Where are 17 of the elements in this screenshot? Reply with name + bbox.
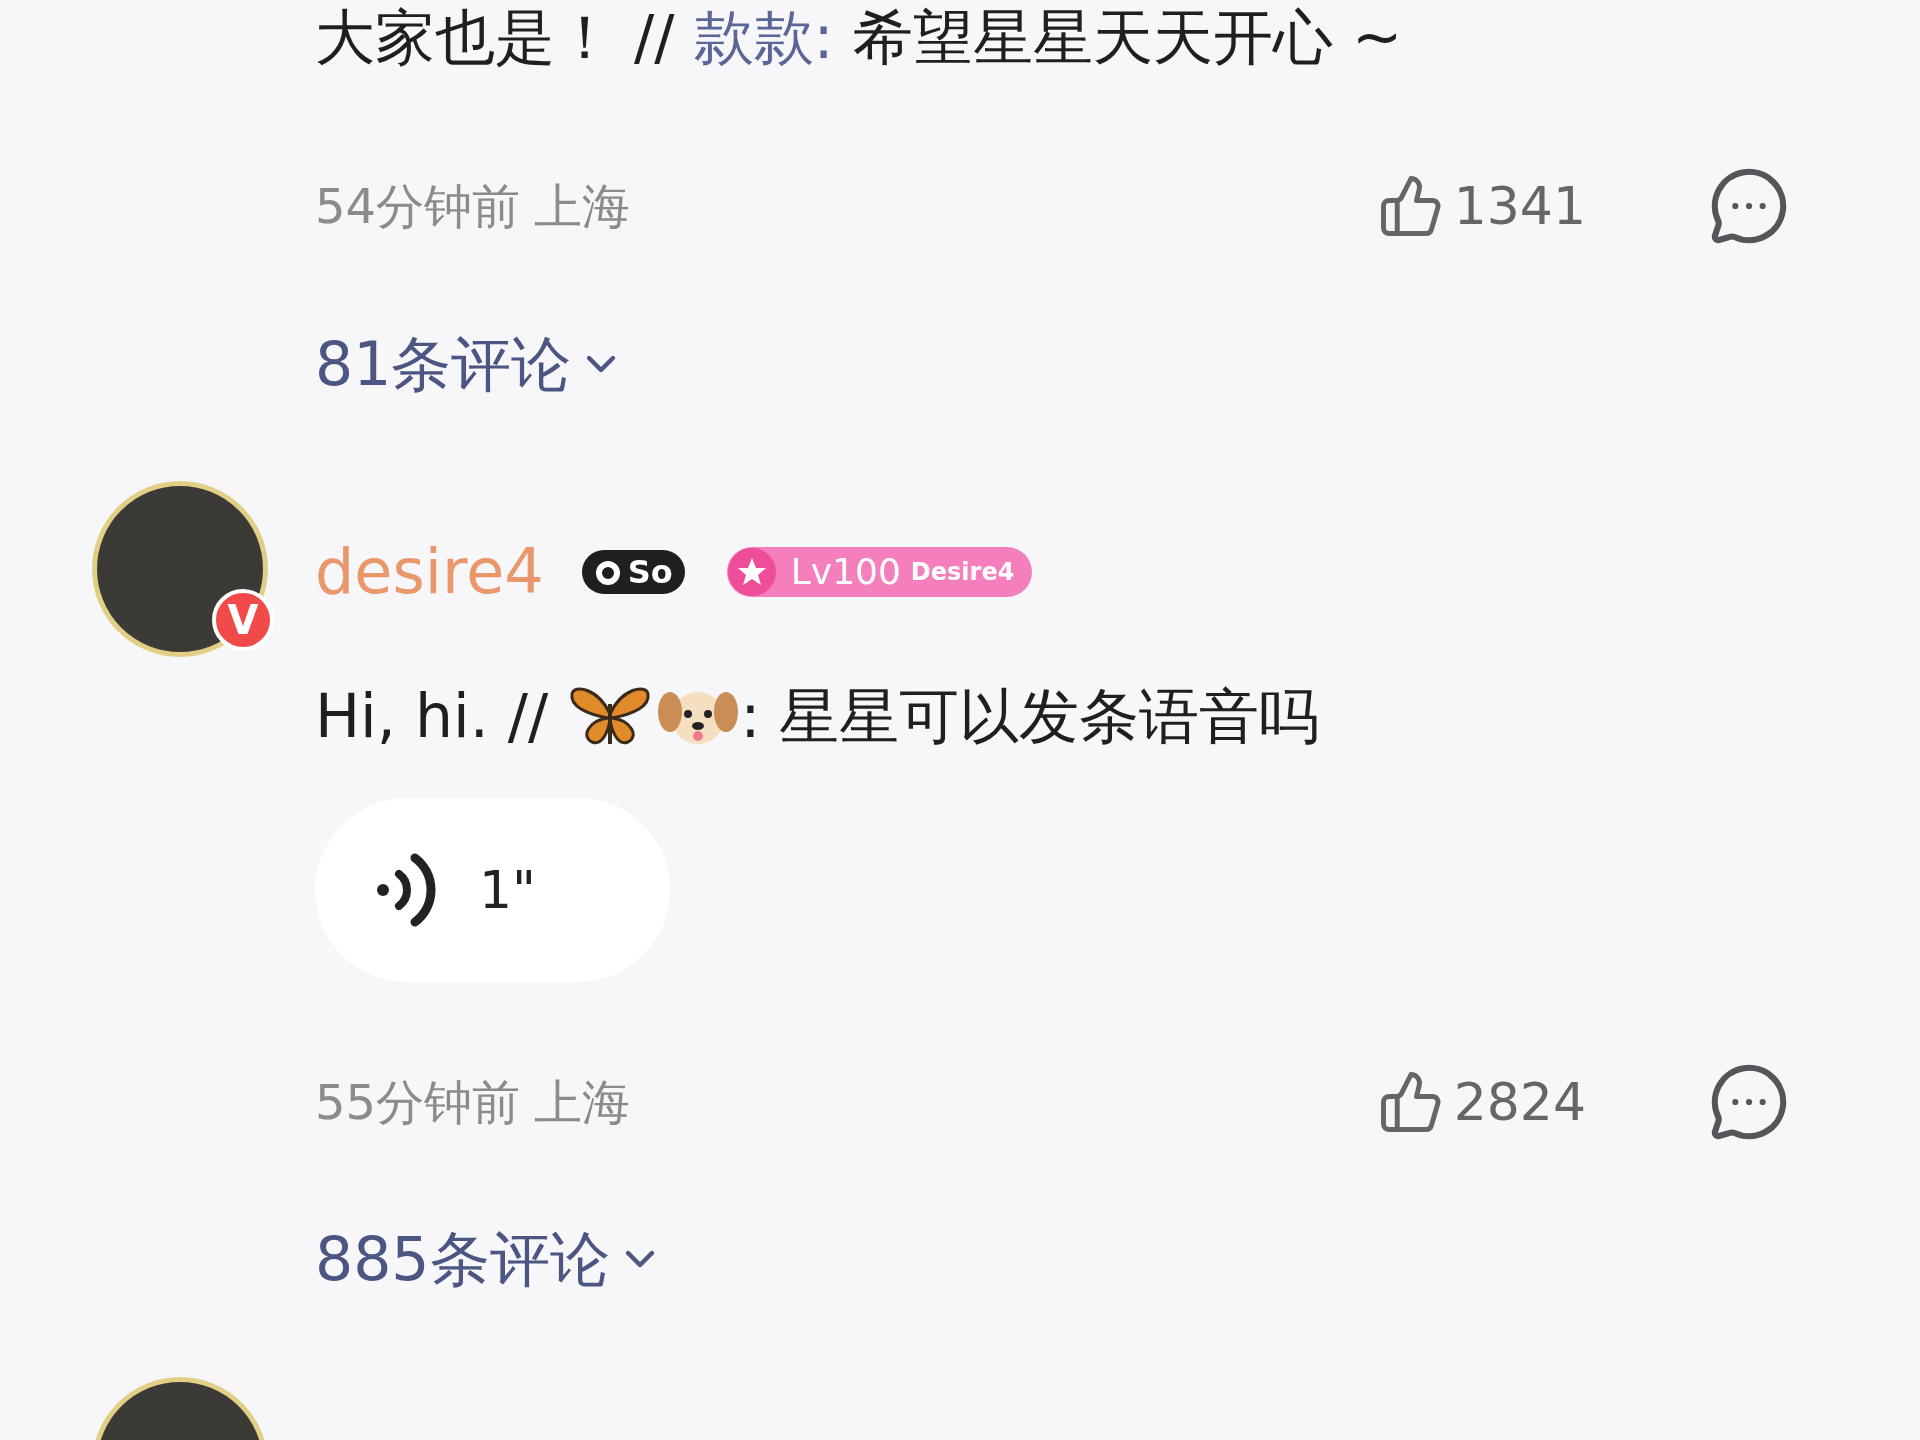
level-badge: Lv100 Desire4 [726, 547, 1033, 597]
comment-text: Hi, hi. // [315, 686, 549, 746]
ring-icon [593, 558, 622, 586]
like-count: 1341 [1453, 180, 1586, 232]
location-text: 上海 [534, 182, 631, 230]
verified-badge: V [212, 589, 274, 651]
location-text: 上海 [534, 1078, 631, 1126]
comment-text: 大家也是！ // 款款: 希望星星天天开心 ~ [315, 5, 1404, 69]
replies-toggle[interactable]: 81条评论 [315, 332, 626, 396]
replies-toggle[interactable]: 885条评论 [315, 1227, 664, 1291]
time-text: 54分钟前 [315, 182, 521, 230]
time-text: 55分钟前 [315, 1078, 521, 1126]
mention-link[interactable]: 款款: [693, 2, 834, 72]
like-count: 2824 [1453, 1076, 1586, 1128]
voice-message[interactable]: 1" [315, 798, 670, 982]
comment-text: : 星星可以发条语音吗 [740, 686, 1320, 746]
fan-badge: So [581, 550, 685, 594]
